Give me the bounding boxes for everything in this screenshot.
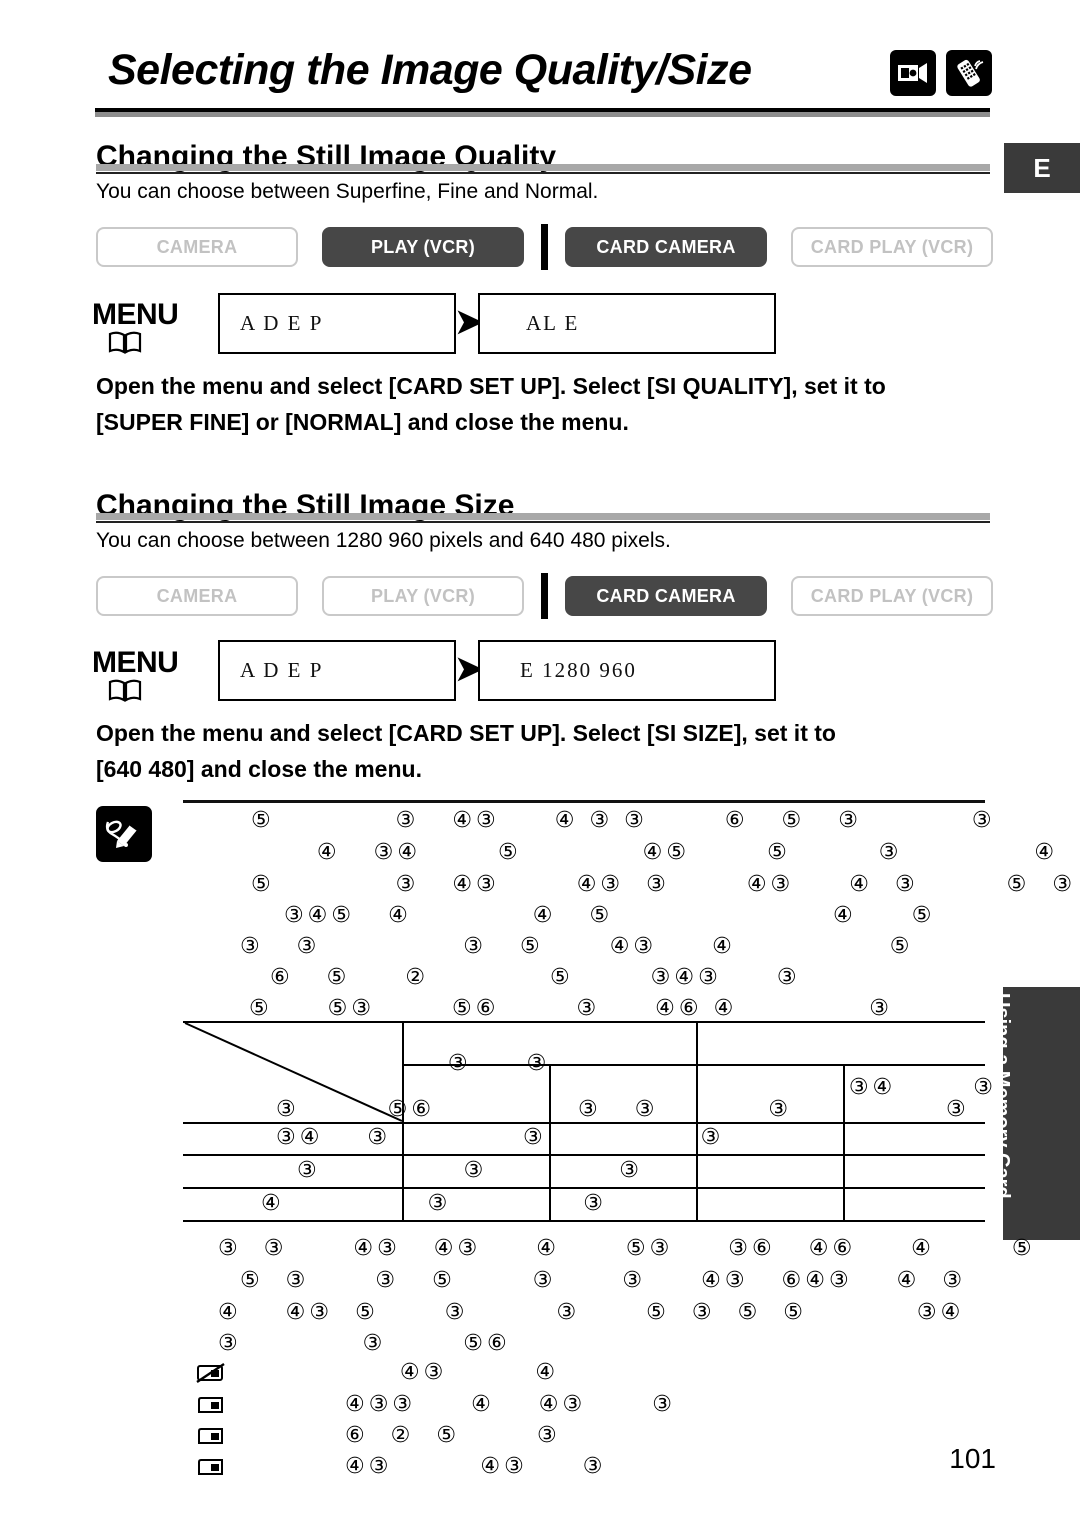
section-rule-2b — [96, 521, 990, 523]
table-glyph-row-5: ③ ③ ③ — [253, 1158, 643, 1183]
note-glyph-row-4: ③④⑤ ④ ④ ⑤ ④ ⑤ — [218, 903, 936, 928]
manual-page: Selecting the Image Quality/Size E Chang… — [0, 0, 1080, 1533]
mode-button-camera[interactable]: CAMERA — [96, 227, 298, 267]
bottom-glyph-row-3: ④ ④③ ⑤ ③ ③ ⑤ ③ ⑤ ⑤ ③④ — [196, 1300, 965, 1325]
lcd-text-left-2: A D E P — [240, 658, 324, 682]
table-line — [183, 1187, 985, 1189]
remote-control-icon — [946, 50, 992, 96]
section-desc-size: You can choose between 1280 960 pixels a… — [96, 529, 671, 552]
pencil-note-icon — [96, 806, 152, 862]
instruction-1-line2: [SUPER FINE] or [NORMAL] and close the m… — [96, 409, 629, 435]
language-tab: E — [1004, 143, 1080, 193]
card-icon-3 — [196, 1456, 226, 1483]
lcd-text-left-1: A D E P — [240, 311, 324, 335]
menu-label-2: MENU — [92, 646, 179, 679]
lcd-text-right-2: E 1280 960 — [520, 658, 637, 682]
table-glyph-row-1: ③ ③ — [338, 1051, 551, 1076]
bottom-glyph-row-4: ③ ③ ⑤⑥ — [196, 1331, 511, 1356]
mode-button-play-vcr[interactable]: PLAY (VCR) — [322, 227, 524, 267]
no-card-icon — [196, 1362, 226, 1389]
mode-button-camera-2[interactable]: CAMERA — [96, 576, 298, 616]
mode-row-1: CAMERA PLAY (VCR) CARD CAMERA CARD PLAY … — [96, 224, 993, 270]
table-glyph-row-2: ③ ⑤⑥ ③ ③ ③ ③ ③ — [243, 1097, 1027, 1122]
page-title: Selecting the Image Quality/Size — [108, 46, 752, 94]
section-rule-1b — [96, 172, 990, 174]
title-rule — [95, 108, 990, 117]
comparison-table: ③ ③ ③ ⑤⑥ ③ ③ ③ ③ ③ ③④ ③ ③④ ③④ ③ ③ ③ ③ — [183, 1021, 1022, 1236]
bottom-glyph-row-6: ④③③ ④ ④③ ③ — [290, 1392, 676, 1417]
bottom-glyph-row-1: ③ ③ ④③ ④③ ④ ⑤③ ③⑥ ④⑥ ④ ⑤ — [196, 1236, 1036, 1261]
mode-button-card-play-vcr[interactable]: CARD PLAY (VCR) — [791, 227, 993, 267]
table-line — [183, 1220, 985, 1222]
bottom-glyph-row-2: ⑤ ③ ③ ⑤ ③ ③ ④③ ⑥④③ ④ ③ — [196, 1268, 967, 1293]
side-tab-label: Using a Memory Card — [991, 993, 1013, 1199]
note-glyph-row-2: ④ ③④ ⑤ ④⑤ ⑤ ③ ④ — [196, 840, 1059, 865]
side-tab — [1003, 987, 1080, 1240]
bottom-glyph-row-8: ④③ ④③ ③ — [290, 1454, 607, 1479]
table-glyph-row-4: ③④ ③ ③ ③ — [243, 1125, 725, 1150]
note-glyph-row-1: ⑤ ③ ④③ ④ ③ ③ ⑥ ⑤ ③ ③ ④④③ — [196, 808, 1080, 833]
bottom-glyph-row-7: ⑥ ② ⑤ ③ — [290, 1423, 561, 1448]
book-icon-2 — [108, 678, 142, 709]
lcd-screen-menu-2: A D E P — [218, 640, 456, 701]
instruction-1-line1: Open the menu and select [CARD SET UP]. … — [96, 373, 886, 399]
menu-label-1: MENU — [92, 298, 179, 331]
header-icon-group — [890, 50, 992, 96]
book-icon-1 — [108, 330, 142, 361]
lcd-text-right-1: AL E — [526, 311, 580, 335]
note-glyph-row-5: ③ ③ ③ ⑤ ④③ ④ ⑤ — [196, 934, 914, 959]
mode-button-card-play-vcr-2[interactable]: CARD PLAY (VCR) — [791, 576, 993, 616]
card-icon-2 — [196, 1425, 226, 1452]
section-desc-quality: You can choose between Superfine, Fine a… — [96, 180, 599, 203]
table-line — [183, 1154, 985, 1156]
table-glyph-row-6: ④ ③ ③ — [228, 1191, 607, 1216]
notes-top-rule — [183, 800, 985, 803]
note-glyph-row-3: ⑤ ③ ④③ ④③ ③ ④③ ④ ③ ⑤ ③ — [196, 872, 1077, 897]
page-number: 101 — [949, 1443, 996, 1474]
mode-divider-2 — [541, 573, 548, 619]
lcd-screen-result-1: AL E — [478, 293, 776, 354]
bottom-glyph-row-5: ④③ ④ — [290, 1360, 560, 1385]
mode-button-card-camera[interactable]: CARD CAMERA — [565, 227, 767, 267]
mode-row-2: CAMERA PLAY (VCR) CARD CAMERA CARD PLAY … — [96, 573, 993, 619]
note-glyph-row-7: ⑤ ⑤③ ⑤⑥ ③ ④⑥ ④ ③ — [205, 996, 893, 1021]
lcd-screen-result-2: E 1280 960 — [478, 640, 776, 701]
section-rule-1 — [96, 164, 990, 171]
lcd-screen-menu-1: A D E P — [218, 293, 456, 354]
note-glyph-row-6: ⑥ ⑤ ② ⑤ ③④③ ③ — [215, 965, 801, 990]
instruction-2-line1: Open the menu and select [CARD SET UP]. … — [96, 720, 836, 746]
card-icon-1 — [196, 1394, 226, 1421]
instruction-2-line2: [640 480] and close the menu. — [96, 756, 422, 782]
camcorder-icon — [890, 50, 936, 96]
mode-button-card-camera-2[interactable]: CARD CAMERA — [565, 576, 767, 616]
section-rule-2 — [96, 513, 990, 520]
mode-divider — [541, 224, 548, 270]
mode-button-play-vcr-2[interactable]: PLAY (VCR) — [322, 576, 524, 616]
